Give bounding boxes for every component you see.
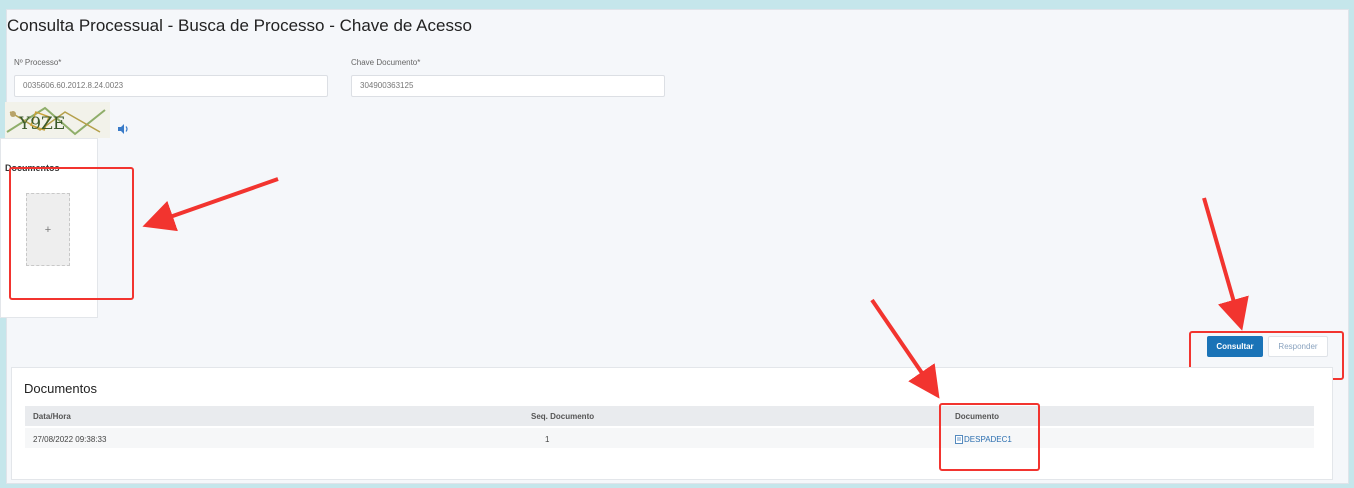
row-seq: 1 bbox=[545, 435, 550, 444]
page-title: Consulta Processual - Busca de Processo … bbox=[7, 16, 472, 35]
annotation-highlight-document bbox=[939, 403, 1040, 471]
table-row bbox=[25, 428, 1314, 448]
captcha-image: Y9ZE bbox=[5, 102, 110, 138]
captcha-text: Y9ZE bbox=[18, 114, 65, 134]
column-header-datetime: Data/Hora bbox=[33, 412, 71, 421]
results-title: Documentos bbox=[24, 381, 97, 396]
document-key-label: Chave Documento* bbox=[351, 58, 421, 67]
process-number-label: Nº Processo* bbox=[14, 58, 62, 67]
process-number-input[interactable]: 0035606.60.2012.8.24.0023 bbox=[14, 75, 328, 97]
column-header-seq: Seq. Documento bbox=[531, 412, 595, 421]
row-datetime: 27/08/2022 09:38:33 bbox=[33, 435, 107, 444]
document-key-input[interactable]: 304900363125 bbox=[351, 75, 665, 97]
audio-captcha-icon[interactable] bbox=[116, 122, 130, 136]
table-header bbox=[25, 406, 1314, 426]
annotation-highlight-upload bbox=[9, 167, 134, 300]
